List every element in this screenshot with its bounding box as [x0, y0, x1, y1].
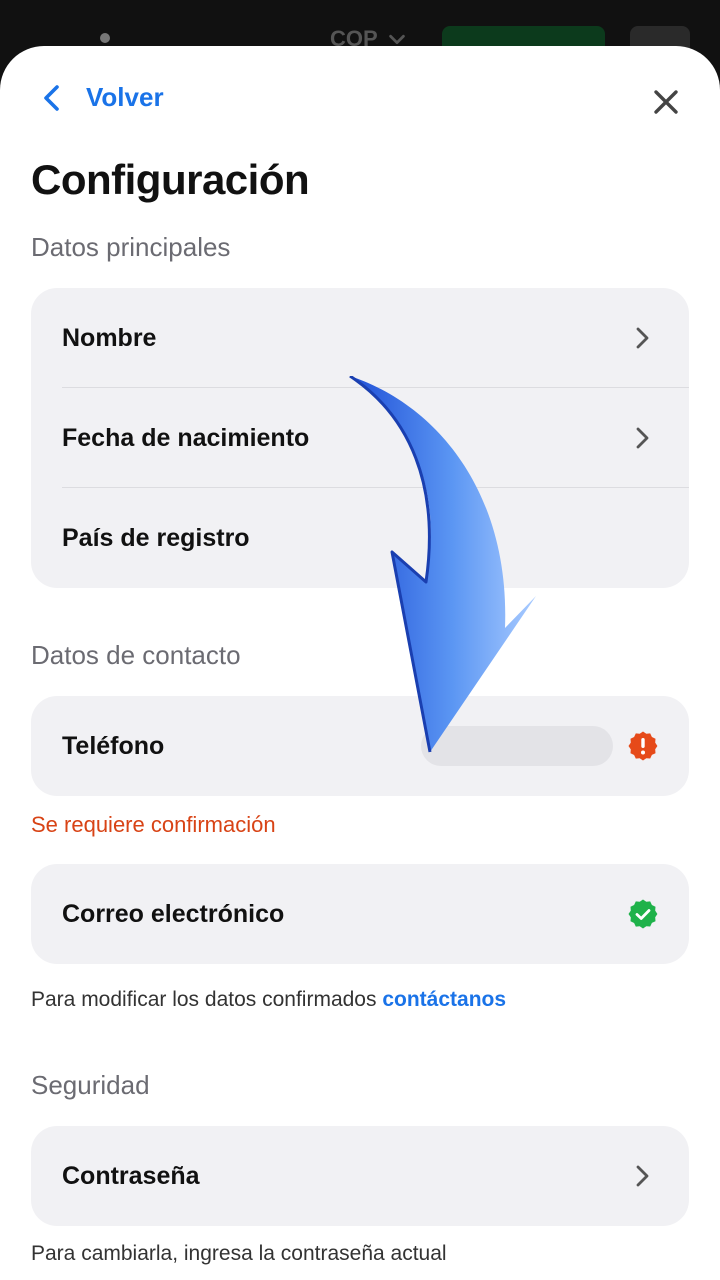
- row-phone[interactable]: Teléfono: [31, 696, 689, 796]
- row-country: País de registro: [31, 488, 689, 588]
- contact-note: Para modificar los datos confirmados con…: [31, 988, 506, 1012]
- row-country-label: País de registro: [62, 523, 250, 552]
- email-card[interactable]: Correo electrónico: [31, 864, 689, 964]
- back-button[interactable]: Volver: [38, 82, 164, 113]
- chevron-right-icon: [636, 327, 649, 349]
- password-card[interactable]: Contraseña: [31, 1126, 689, 1226]
- row-birthdate-label: Fecha de nacimiento: [62, 423, 310, 452]
- back-label: Volver: [86, 82, 164, 112]
- row-password[interactable]: Contraseña: [31, 1126, 689, 1226]
- page-title: Configuración: [31, 156, 310, 203]
- row-birthdate[interactable]: Fecha de nacimiento: [31, 388, 689, 488]
- row-password-label: Contraseña: [62, 1161, 200, 1190]
- close-icon[interactable]: [650, 86, 682, 118]
- phone-card[interactable]: Teléfono: [31, 696, 689, 796]
- phone-value-redacted: [421, 726, 613, 766]
- section-main-title: Datos principales: [31, 232, 231, 262]
- row-name[interactable]: Nombre: [31, 288, 689, 388]
- phone-warning-text: Se requiere confirmación: [31, 812, 276, 837]
- row-email-label: Correo electrónico: [62, 899, 285, 928]
- chevron-right-icon: [636, 427, 649, 449]
- contact-us-link[interactable]: contáctanos: [382, 988, 506, 1011]
- background-dot: [100, 33, 110, 43]
- settings-sheet: Volver Configuración Datos principales N…: [0, 46, 720, 1280]
- main-data-card: Nombre Fecha de nacimiento País de regis…: [31, 288, 689, 588]
- verified-check-icon: [628, 899, 658, 929]
- chevron-left-icon: [44, 84, 59, 111]
- row-phone-label: Teléfono: [62, 731, 165, 760]
- password-note: Para cambiarla, ingresa la contraseña ac…: [31, 1242, 447, 1265]
- chevron-right-icon: [636, 1165, 649, 1187]
- row-name-label: Nombre: [62, 323, 157, 352]
- row-email[interactable]: Correo electrónico: [31, 864, 689, 964]
- contact-note-text: Para modificar los datos confirmados: [31, 988, 377, 1011]
- warning-icon: [628, 731, 658, 761]
- section-security-title: Seguridad: [31, 1070, 150, 1100]
- section-contact-title: Datos de contacto: [31, 640, 241, 670]
